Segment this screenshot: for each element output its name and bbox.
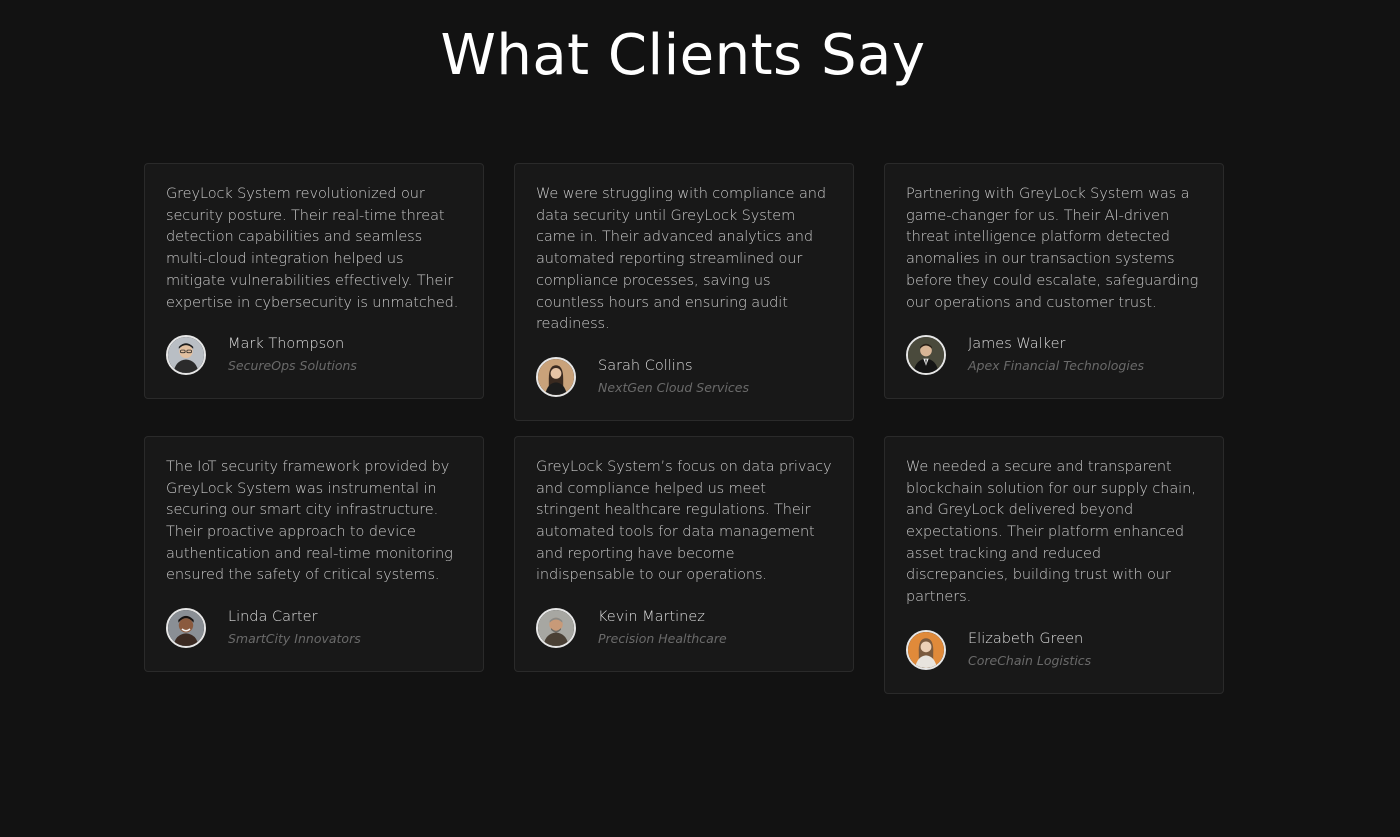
author-info: Mark Thompson SecureOps Solutions (228, 334, 357, 376)
person-photo-icon (538, 610, 574, 647)
testimonials-grid: GreyLock System revolutionized our secur… (144, 163, 1224, 694)
testimonial-author: James Walker Apex Financial Technologies (906, 334, 1203, 376)
testimonial-card: GreyLock System revolutionized our secur… (144, 163, 484, 400)
author-name: Mark Thompson (228, 336, 345, 353)
author-info: James Walker Apex Financial Technologies (968, 334, 1144, 376)
author-company: SmartCity Innovators (228, 631, 361, 647)
testimonial-quote: We were struggling with compliance and d… (536, 186, 826, 333)
testimonial-card: We needed a secure and transparent block… (884, 435, 1224, 694)
testimonial-quote: GreyLock System’s focus on data privacy … (536, 458, 832, 584)
testimonial-quote: GreyLock System revolutionized our secur… (166, 186, 459, 311)
avatar (906, 629, 946, 670)
author-company: Precision Healthcare (598, 631, 727, 647)
testimonial-quote: We needed a secure and transparent block… (906, 458, 1196, 606)
testimonial-author: Sarah Collins NextGen Cloud Services (536, 356, 833, 398)
person-photo-icon (168, 610, 204, 647)
author-info: Kevin Martinez Precision Healthcare (598, 607, 727, 649)
author-name: James Walker (968, 336, 1066, 353)
author-name: Linda Carter (228, 609, 318, 626)
author-company: NextGen Cloud Services (598, 379, 750, 395)
testimonial-quote: The IoT security framework provided by G… (166, 458, 453, 584)
author-company: SecureOps Solutions (228, 358, 357, 374)
avatar (536, 356, 576, 397)
author-name: Kevin Martinez (598, 609, 705, 626)
testimonial-quote: Partnering with GreyLock System was a ga… (906, 186, 1199, 311)
avatar (166, 335, 206, 376)
person-photo-icon (168, 337, 204, 374)
person-photo-icon (538, 358, 574, 395)
author-company: CoreChain Logistics (968, 652, 1092, 668)
testimonial-author: Kevin Martinez Precision Healthcare (536, 607, 833, 649)
testimonial-author: Elizabeth Green CoreChain Logistics (906, 629, 1203, 671)
testimonial-author: Linda Carter SmartCity Innovators (166, 607, 463, 649)
testimonial-card: The IoT security framework provided by G… (144, 435, 484, 673)
author-info: Linda Carter SmartCity Innovators (228, 607, 361, 649)
testimonial-author: Mark Thompson SecureOps Solutions (166, 334, 463, 376)
person-photo-icon (908, 337, 944, 374)
avatar (166, 608, 206, 649)
testimonial-card: GreyLock System’s focus on data privacy … (514, 435, 854, 673)
avatar (536, 608, 576, 649)
testimonial-card: Partnering with GreyLock System was a ga… (884, 163, 1224, 400)
author-info: Elizabeth Green CoreChain Logistics (968, 629, 1091, 671)
testimonial-card: We were struggling with compliance and d… (514, 163, 854, 421)
avatar (906, 335, 946, 376)
author-info: Sarah Collins NextGen Cloud Services (598, 356, 749, 398)
person-photo-icon (908, 631, 944, 668)
author-name: Elizabeth Green (968, 630, 1084, 647)
author-company: Apex Financial Technologies (968, 358, 1145, 374)
author-name: Sarah Collins (598, 357, 693, 374)
page-title: What Clients Say (440, 23, 926, 88)
